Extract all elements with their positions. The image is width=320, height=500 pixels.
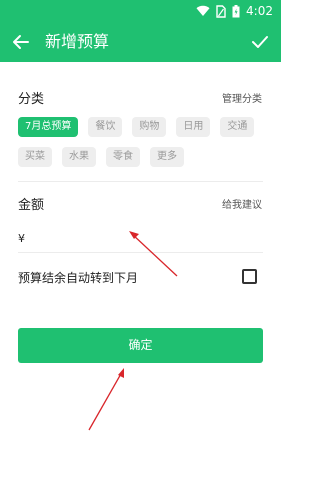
status-bar: 4:02 (0, 0, 281, 22)
category-chip[interactable]: 日用 (176, 117, 211, 137)
suggest-link[interactable]: 给我建议 (222, 196, 262, 211)
category-chips: 7月总预算 餐饮 购物 日用 交通 买菜 水果 零食 更多 (18, 117, 268, 167)
app-bar: 新增预算 (0, 22, 281, 62)
manage-categories-link[interactable]: 管理分类 (222, 90, 262, 105)
page-title: 新增预算 (45, 32, 110, 51)
back-arrow-icon[interactable] (10, 31, 32, 53)
rollover-checkbox[interactable] (242, 269, 257, 284)
battery-icon (232, 4, 240, 17)
annotation-arrows (88, 231, 178, 431)
category-chip[interactable]: 7月总预算 (18, 117, 79, 137)
check-icon[interactable] (249, 31, 271, 53)
category-chip[interactable]: 交通 (220, 117, 255, 137)
status-icons: 4:02 (196, 4, 273, 18)
rollover-label: 预算结余自动转到下月 (18, 271, 139, 285)
amount-input[interactable] (29, 231, 263, 245)
confirm-button[interactable]: 确定 (18, 328, 263, 363)
amount-label: 金额 (18, 198, 45, 213)
amount-row[interactable]: ¥ (18, 228, 263, 248)
wifi-icon (196, 5, 210, 16)
sim-icon (216, 4, 226, 18)
category-chip[interactable]: 买菜 (18, 147, 52, 167)
currency-symbol: ¥ (18, 231, 25, 245)
category-chip[interactable]: 更多 (150, 147, 184, 167)
category-chip[interactable]: 水果 (62, 147, 96, 167)
category-chip[interactable]: 购物 (132, 117, 167, 137)
divider (18, 181, 263, 182)
annotation-arrow (88, 368, 124, 431)
divider (18, 252, 263, 253)
category-chip[interactable]: 零食 (106, 147, 140, 167)
category-chip[interactable]: 餐饮 (88, 117, 123, 137)
category-label: 分类 (18, 92, 45, 107)
status-time: 4:02 (246, 4, 273, 18)
